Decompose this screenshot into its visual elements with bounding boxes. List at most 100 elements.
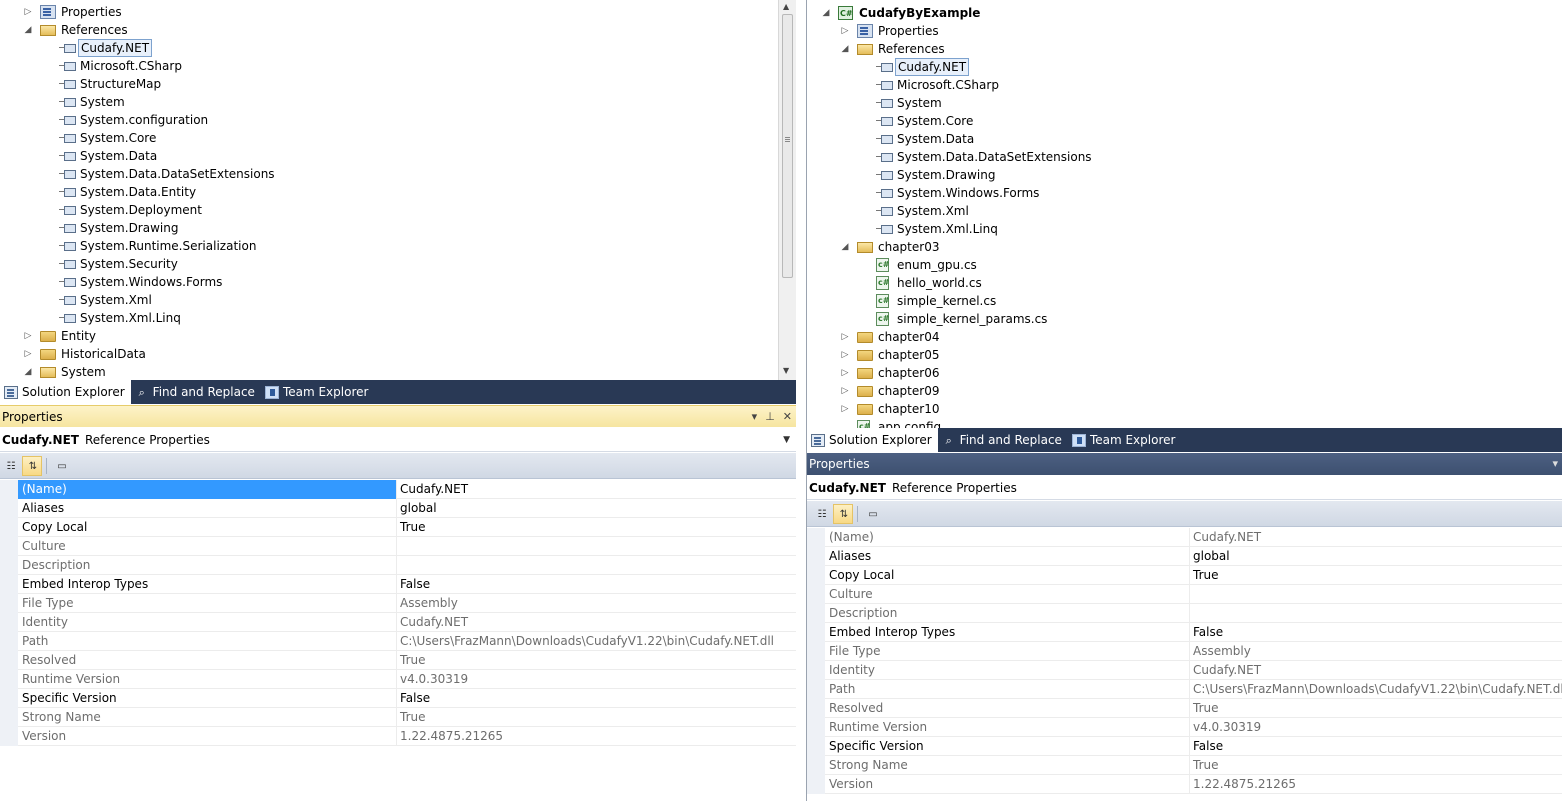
- property-value[interactable]: 1.22.4875.21265: [1189, 775, 1558, 794]
- collapse-arrow-icon[interactable]: ▷: [22, 327, 34, 345]
- collapse-arrow-icon[interactable]: ▷: [22, 345, 34, 363]
- property-value[interactable]: Cudafy.NET: [396, 480, 792, 499]
- property-value[interactable]: True: [1189, 566, 1558, 585]
- property-row[interactable]: Version 1.22.4875.21265: [807, 775, 1562, 794]
- solution-explorer-scrollbar[interactable]: ▲ ▼: [778, 0, 796, 380]
- tree-item[interactable]: System: [0, 93, 778, 111]
- expand-arrow-icon[interactable]: ◢: [22, 21, 34, 39]
- property-row[interactable]: Copy Local True: [0, 518, 796, 537]
- property-row[interactable]: Path C:\Users\FrazMann\Downloads\CudafyV1…: [0, 632, 796, 651]
- property-row[interactable]: Culture: [807, 585, 1562, 604]
- property-row[interactable]: Specific Version False: [807, 737, 1562, 756]
- alphabetical-button[interactable]: ⇅: [22, 456, 42, 476]
- property-row[interactable]: Runtime Version v4.0.30319: [807, 718, 1562, 737]
- collapse-arrow-icon[interactable]: ▷: [839, 382, 851, 400]
- tree-item[interactable]: ▷ chapter10: [807, 400, 1562, 418]
- collapse-arrow-icon[interactable]: ▷: [839, 328, 851, 346]
- property-value[interactable]: Cudafy.NET: [396, 613, 792, 632]
- property-row[interactable]: Resolved True: [807, 699, 1562, 718]
- property-value[interactable]: True: [1189, 756, 1558, 775]
- tree-item[interactable]: System.Drawing: [807, 166, 1562, 184]
- property-row[interactable]: (Name) Cudafy.NET: [0, 480, 796, 499]
- tree-item[interactable]: simple_kernel.cs: [807, 292, 1562, 310]
- collapse-arrow-icon[interactable]: ▷: [839, 364, 851, 382]
- tree-item[interactable]: ▷ chapter05: [807, 346, 1562, 364]
- tab-solution-explorer[interactable]: Solution Explorer: [0, 380, 131, 404]
- dropdown-arrow-icon[interactable]: ▾: [1552, 453, 1558, 475]
- alphabetical-button[interactable]: ⇅: [833, 504, 853, 524]
- collapse-arrow-icon[interactable]: ▷: [839, 346, 851, 364]
- tree-item[interactable]: ▷ chapter04: [807, 328, 1562, 346]
- collapse-arrow-icon[interactable]: ▷: [839, 400, 851, 418]
- property-row[interactable]: Resolved True: [0, 651, 796, 670]
- tree-item[interactable]: System.configuration: [0, 111, 778, 129]
- property-row[interactable]: Strong Name True: [0, 708, 796, 727]
- expand-arrow-icon[interactable]: ◢: [839, 40, 851, 58]
- property-row[interactable]: Identity Cudafy.NET: [0, 613, 796, 632]
- property-row[interactable]: Embed Interop Types False: [807, 623, 1562, 642]
- tree-item[interactable]: System.Windows.Forms: [807, 184, 1562, 202]
- property-row[interactable]: Aliases global: [0, 499, 796, 518]
- tree-item[interactable]: ▷ Properties: [807, 22, 1562, 40]
- tree-item[interactable]: ▷ chapter09: [807, 382, 1562, 400]
- tree-item[interactable]: ▷ Properties: [0, 3, 778, 21]
- property-value[interactable]: False: [1189, 623, 1558, 642]
- property-row[interactable]: File Type Assembly: [807, 642, 1562, 661]
- scroll-thumb[interactable]: [782, 14, 793, 278]
- tree-item[interactable]: enum_gpu.cs: [807, 256, 1562, 274]
- property-value[interactable]: global: [396, 499, 792, 518]
- property-row[interactable]: Embed Interop Types False: [0, 575, 796, 594]
- tree-item[interactable]: Cudafy.NET: [0, 39, 778, 57]
- property-value[interactable]: v4.0.30319: [1189, 718, 1558, 737]
- property-value[interactable]: C:\Users\FrazMann\Downloads\CudafyV1.22\…: [396, 632, 792, 651]
- tab-team-explorer[interactable]: Team Explorer: [261, 380, 375, 404]
- tree-item[interactable]: hello_world.cs: [807, 274, 1562, 292]
- tree-item[interactable]: Microsoft.CSharp: [0, 57, 778, 75]
- property-row[interactable]: Identity Cudafy.NET: [807, 661, 1562, 680]
- property-value[interactable]: [1189, 585, 1558, 604]
- tree-item[interactable]: System.Xml: [0, 291, 778, 309]
- tree-item[interactable]: ◢ CudafyByExample: [807, 4, 1562, 23]
- tree-item[interactable]: System.Xml: [807, 202, 1562, 220]
- property-value[interactable]: Cudafy.NET: [1189, 661, 1558, 680]
- tree-item[interactable]: System: [807, 94, 1562, 112]
- close-icon[interactable]: ✕: [783, 406, 792, 428]
- tree-item[interactable]: System.Security: [0, 255, 778, 273]
- property-row[interactable]: Copy Local True: [807, 566, 1562, 585]
- tree-item[interactable]: ◢ References: [0, 21, 778, 39]
- property-row[interactable]: Runtime Version v4.0.30319: [0, 670, 796, 689]
- property-value[interactable]: v4.0.30319: [396, 670, 792, 689]
- property-value[interactable]: global: [1189, 547, 1558, 566]
- property-value[interactable]: False: [1189, 737, 1558, 756]
- object-selector[interactable]: Cudafy.NET Reference Properties ▼: [0, 428, 796, 452]
- tree-item[interactable]: System.Windows.Forms: [0, 273, 778, 291]
- tree-item[interactable]: System.Runtime.Serialization: [0, 237, 778, 255]
- property-row[interactable]: Specific Version False: [0, 689, 796, 708]
- property-value[interactable]: True: [1189, 699, 1558, 718]
- property-row[interactable]: Version 1.22.4875.21265: [0, 727, 796, 746]
- tree-item[interactable]: System.Data: [807, 130, 1562, 148]
- property-row[interactable]: Culture: [0, 537, 796, 556]
- scroll-up-arrow-icon[interactable]: ▲: [783, 2, 789, 11]
- property-value[interactable]: [396, 537, 792, 556]
- tab-team-explorer[interactable]: Team Explorer: [1068, 428, 1182, 452]
- tree-item[interactable]: ◢ chapter03: [807, 238, 1562, 256]
- pin-icon[interactable]: ⊥: [765, 406, 775, 428]
- tree-item[interactable]: Microsoft.CSharp: [807, 76, 1562, 94]
- tree-item[interactable]: System.Deployment: [0, 201, 778, 219]
- property-value[interactable]: True: [396, 708, 792, 727]
- tree-item[interactable]: StructureMap: [0, 75, 778, 93]
- expand-arrow-icon[interactable]: ◢: [839, 238, 851, 256]
- property-value[interactable]: True: [396, 518, 792, 537]
- property-value[interactable]: 1.22.4875.21265: [396, 727, 792, 746]
- property-row[interactable]: Strong Name True: [807, 756, 1562, 775]
- collapse-arrow-icon[interactable]: ▷: [839, 22, 851, 40]
- property-value[interactable]: False: [396, 689, 792, 708]
- categorized-button[interactable]: ☷: [811, 504, 831, 524]
- tree-item[interactable]: System.Data.Entity: [0, 183, 778, 201]
- tab-solution-explorer[interactable]: Solution Explorer: [807, 428, 938, 452]
- tree-item[interactable]: System.Xml.Linq: [0, 309, 778, 327]
- property-value[interactable]: C:\Users\FrazMann\Downloads\CudafyV1.22\…: [1189, 680, 1562, 699]
- expand-arrow-icon[interactable]: ◢: [22, 363, 34, 380]
- property-value[interactable]: Cudafy.NET: [1189, 528, 1558, 547]
